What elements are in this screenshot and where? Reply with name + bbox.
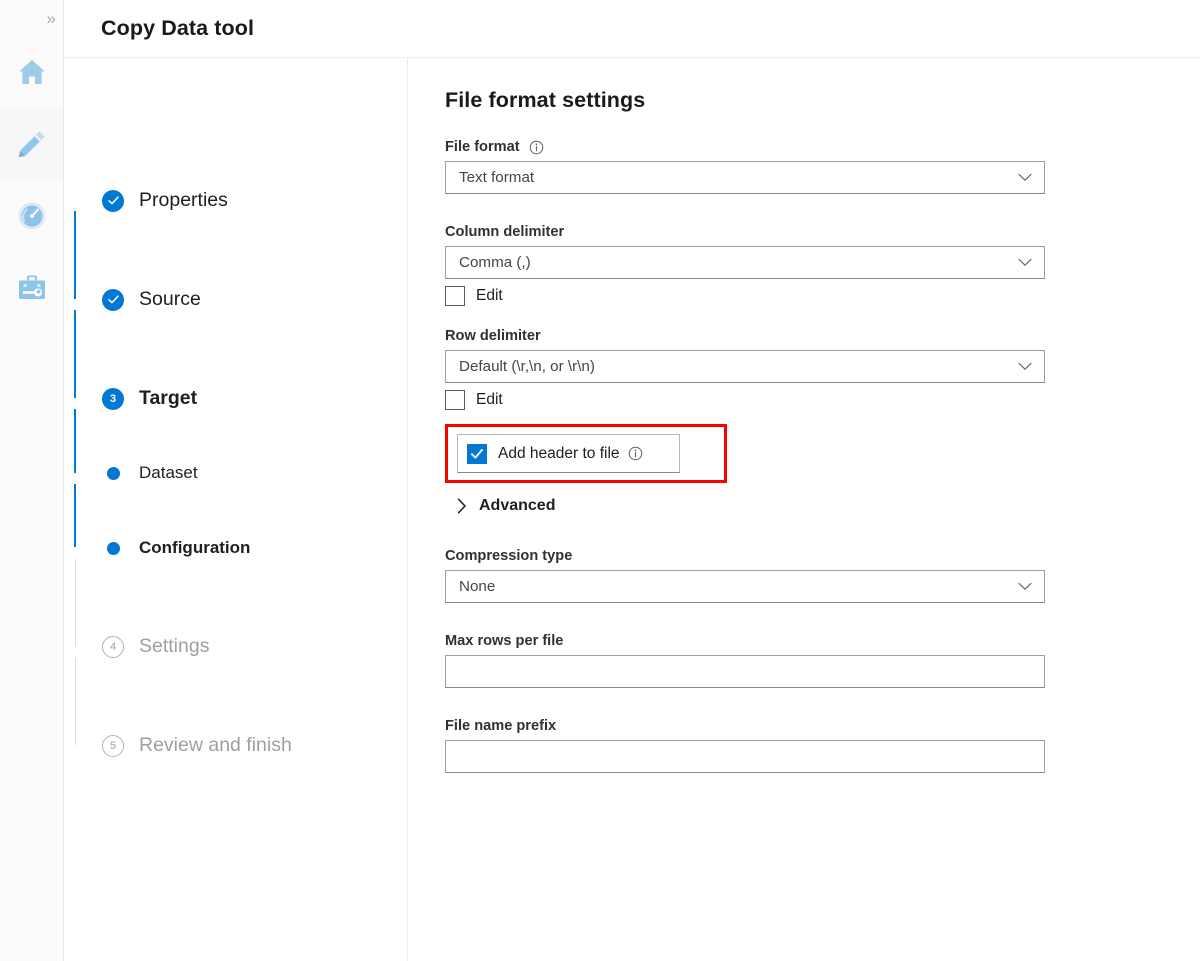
step-label: Source — [139, 288, 201, 310]
step-label: Properties — [139, 189, 228, 211]
field-compression-type: Compression type None — [445, 548, 1200, 603]
wizard-substep-configuration[interactable]: Configuration — [102, 537, 250, 559]
page-title: Copy Data tool — [101, 16, 255, 40]
compression-type-value: None — [459, 578, 496, 595]
step-label: Review and finish — [139, 734, 292, 756]
rail-item-manage[interactable] — [0, 252, 63, 324]
step-connector — [74, 484, 76, 547]
rail-item-monitor[interactable] — [0, 180, 63, 252]
chevron-down-icon — [1018, 362, 1036, 371]
field-label: Max rows per file — [445, 633, 564, 649]
step-label: Configuration — [139, 538, 251, 557]
field-label-wrapper: Max rows per file — [445, 633, 1200, 649]
chevron-down-icon — [1018, 582, 1036, 591]
step-connector — [74, 310, 76, 398]
row-delimiter-edit-row[interactable]: Edit — [445, 390, 1200, 410]
add-header-highlight-group: Add header to file — [445, 424, 727, 483]
compression-type-dropdown[interactable]: None — [445, 570, 1045, 603]
field-label: File format — [445, 139, 520, 155]
checkbox-label: Edit — [476, 287, 503, 304]
toolbox-icon — [16, 272, 48, 304]
column-delimiter-value: Comma (,) — [459, 254, 531, 271]
substep-dot-icon — [102, 537, 124, 559]
chevron-right-icon — [457, 498, 467, 514]
step-number-badge: 5 — [102, 734, 124, 757]
pencil-icon — [16, 128, 48, 160]
left-nav-rail: » — [0, 0, 64, 961]
wizard-step-review-and-finish[interactable]: 5 Review and finish — [102, 734, 292, 757]
field-label: Column delimiter — [445, 224, 565, 240]
add-header-to-file-checkbox[interactable] — [467, 443, 487, 464]
field-label: Row delimiter — [445, 328, 541, 344]
field-label-wrapper: Column delimiter — [445, 224, 1200, 240]
row-delimiter-dropdown[interactable]: Default (\r,\n, or \r\n) — [445, 350, 1045, 383]
wizard-step-target[interactable]: 3 Target — [102, 387, 197, 410]
field-label-wrapper: Compression type — [445, 548, 1200, 564]
step-label: Settings — [139, 635, 210, 657]
window-titlebar: Copy Data tool — [64, 0, 1200, 58]
field-label: File name prefix — [445, 718, 557, 734]
checkbox-label: Add header to file — [498, 444, 620, 462]
column-delimiter-edit-checkbox[interactable] — [445, 286, 465, 306]
field-row-delimiter: Row delimiter Default (\r,\n, or \r\n) E… — [445, 328, 1200, 410]
file-name-prefix-input[interactable] — [445, 740, 1045, 773]
window-body: Properties Source 3 Target Dataset Confi… — [64, 58, 1200, 961]
copy-data-tool-window: » Copy Data tool Properties Source 3 Tar… — [0, 0, 1200, 961]
step-connector-muted — [74, 559, 76, 646]
file-format-dropdown[interactable]: Text format — [445, 161, 1045, 194]
rail-item-home[interactable] — [0, 36, 63, 108]
rail-item-author[interactable] — [0, 108, 63, 180]
wizard-step-source[interactable]: Source — [102, 288, 201, 311]
home-icon — [16, 56, 48, 88]
field-label-wrapper: Row delimiter — [445, 328, 1200, 344]
wizard-step-list: Properties Source 3 Target Dataset Confi… — [64, 58, 408, 961]
field-label-wrapper: File format — [445, 139, 1200, 155]
column-delimiter-dropdown[interactable]: Comma (,) — [445, 246, 1045, 279]
step-number-badge: 4 — [102, 635, 124, 658]
step-number-badge: 3 — [102, 387, 124, 410]
info-icon[interactable] — [628, 446, 643, 461]
step-connector-muted — [74, 658, 76, 745]
advanced-label: Advanced — [479, 497, 556, 514]
add-header-to-file-row[interactable]: Add header to file — [457, 434, 680, 473]
field-column-delimiter: Column delimiter Comma (,) Edit — [445, 224, 1200, 306]
file-format-settings-pane: File format settings File format Text fo… — [408, 58, 1200, 961]
chevron-down-icon — [1018, 258, 1036, 267]
field-file-format: File format Text format — [445, 139, 1200, 194]
checkbox-label: Edit — [476, 391, 503, 408]
step-complete-check-icon — [102, 189, 124, 212]
expand-nav-button[interactable]: » — [0, 0, 63, 36]
wizard-substep-dataset[interactable]: Dataset — [102, 462, 198, 484]
field-file-name-prefix: File name prefix — [445, 718, 1200, 773]
wizard-step-settings[interactable]: 4 Settings — [102, 635, 209, 658]
chevron-down-icon — [1018, 173, 1036, 182]
substep-dot-icon — [102, 462, 124, 484]
main-column: Copy Data tool Properties Source 3 Targe… — [64, 0, 1200, 961]
wizard-step-properties[interactable]: Properties — [102, 189, 228, 212]
row-delimiter-edit-checkbox[interactable] — [445, 390, 465, 410]
step-connector — [74, 211, 76, 299]
field-max-rows-per-file: Max rows per file — [445, 633, 1200, 688]
file-format-value: Text format — [459, 169, 535, 186]
max-rows-per-file-input[interactable] — [445, 655, 1045, 688]
step-label: Target — [139, 387, 198, 409]
step-complete-check-icon — [102, 288, 124, 311]
chevron-double-right-icon: » — [46, 8, 57, 28]
info-icon[interactable] — [529, 140, 544, 155]
step-label: Dataset — [139, 463, 198, 482]
step-connector — [74, 409, 76, 473]
row-delimiter-value: Default (\r,\n, or \r\n) — [459, 358, 595, 375]
section-heading: File format settings — [445, 88, 646, 112]
field-label-wrapper: File name prefix — [445, 718, 1200, 734]
column-delimiter-edit-row[interactable]: Edit — [445, 286, 1200, 306]
monitor-icon — [16, 200, 48, 232]
field-label: Compression type — [445, 548, 573, 564]
advanced-expander[interactable]: Advanced — [457, 497, 592, 515]
